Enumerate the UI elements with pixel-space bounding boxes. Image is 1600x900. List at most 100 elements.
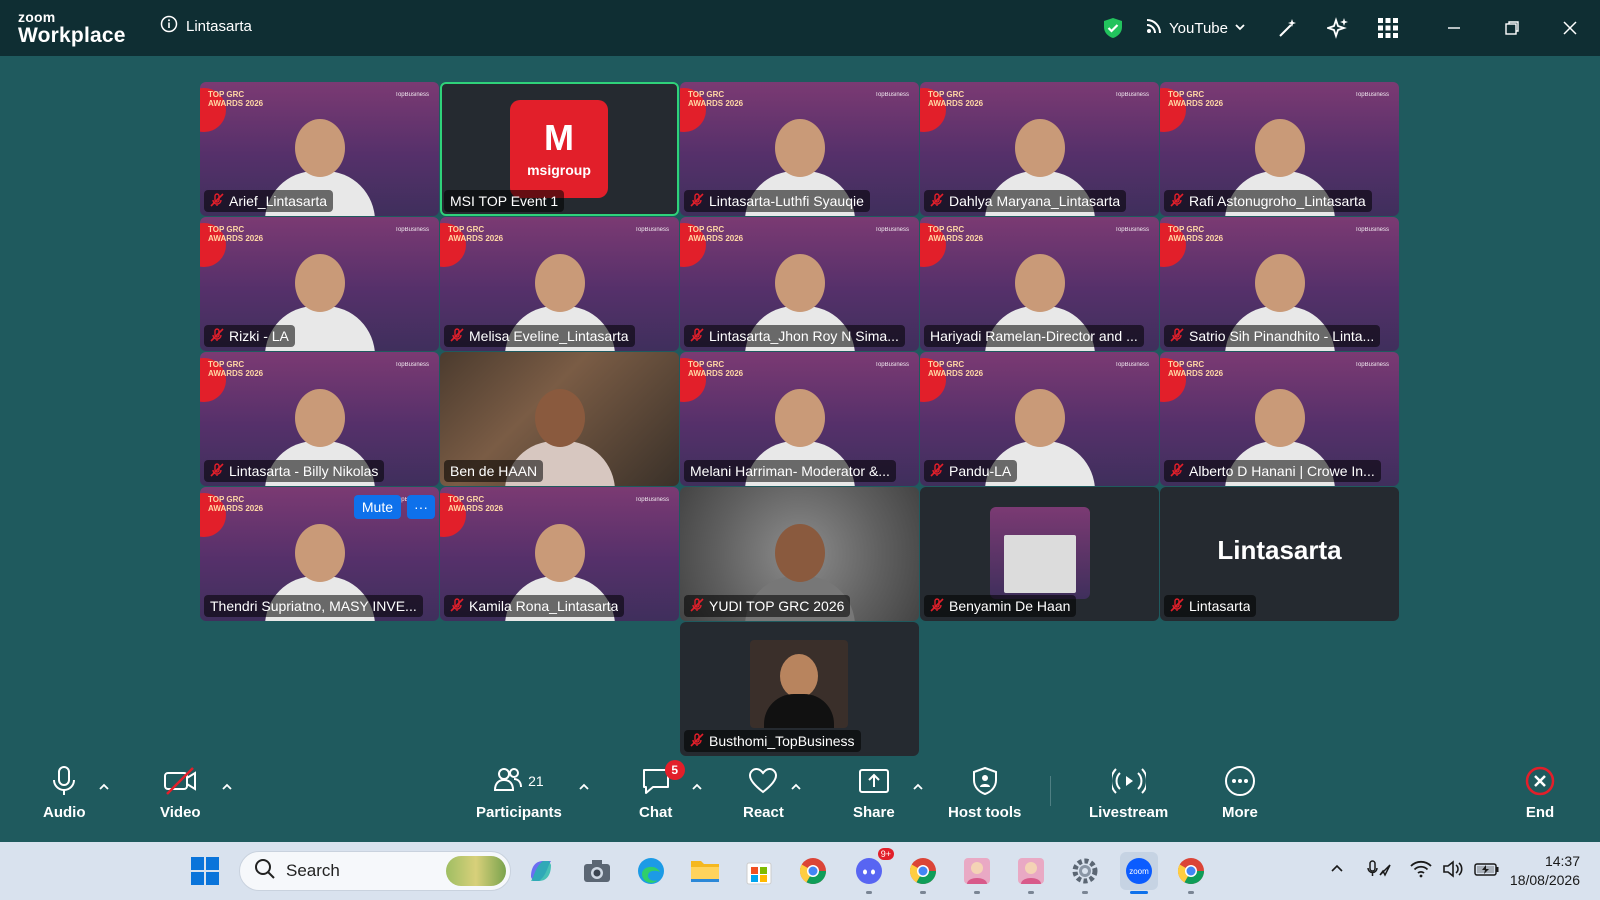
participant-name: Arief_Lintasarta xyxy=(229,193,328,209)
volume-icon[interactable] xyxy=(1442,859,1464,883)
apps-grid-icon[interactable] xyxy=(1376,16,1400,40)
participant-video-tile[interactable]: Ben de HAAN xyxy=(440,352,679,486)
video-button[interactable]: Video xyxy=(160,764,201,821)
close-icon[interactable] xyxy=(1558,16,1582,40)
user-app-icon-2[interactable] xyxy=(1012,852,1050,894)
file-explorer-icon[interactable] xyxy=(686,852,724,890)
audio-options-chevron-icon[interactable] xyxy=(98,780,110,792)
running-indicator xyxy=(866,891,872,894)
share-button[interactable]: Share xyxy=(853,764,895,821)
more-button[interactable]: More xyxy=(1222,764,1258,821)
active-app-indicator xyxy=(1130,891,1148,894)
microsoft-store-icon[interactable] xyxy=(740,852,778,890)
ai-sparkle-icon[interactable] xyxy=(1326,16,1350,40)
clock-date: 18/08/2026 xyxy=(1509,872,1580,888)
participant-video-tile[interactable]: TOP GRC AWARDS 2026 TopBusiness Alberto D H… xyxy=(1160,352,1399,486)
participant-video-tile[interactable]: TOP GRC AWARDS 2026 TopBusiness Dahlya Mary… xyxy=(920,82,1159,216)
running-indicator xyxy=(1028,891,1034,894)
battery-charging-icon[interactable] xyxy=(1474,861,1500,882)
award-badge-text: TOP GRC AWARDS 2026 xyxy=(448,225,504,243)
participant-video-tile[interactable]: TOP GRC AWARDS 2026 TopBusiness Kamila Rona… xyxy=(440,487,679,621)
participant-more-options-button[interactable]: ··· xyxy=(407,495,435,519)
title-bar: zoom Workplace Lintasarta YouTube xyxy=(0,0,1600,56)
minimize-icon[interactable] xyxy=(1442,16,1466,40)
participant-video-tile[interactable]: Lintasarta Lintasarta xyxy=(1160,487,1399,621)
participant-video-tile[interactable]: TOP GRC AWARDS 2026 TopBusiness Melisa Evel… xyxy=(440,217,679,351)
participant-name: Kamila Rona_Lintasarta xyxy=(469,598,619,614)
participant-video-tile[interactable]: Benyamin De Haan xyxy=(920,487,1159,621)
end-call-icon xyxy=(1525,764,1555,798)
participant-name: Benyamin De Haan xyxy=(949,598,1071,614)
microphone-location-icon[interactable] xyxy=(1366,859,1392,884)
participant-video-tile[interactable]: TOP GRCAWARDS 2026TopBusinessMute···Then… xyxy=(200,487,439,621)
muted-mic-icon xyxy=(210,462,224,480)
participant-name: Lintasarta_Jhon Roy N Sima... xyxy=(709,328,899,344)
participant-video-tile[interactable]: YUDI TOP GRC 2026 xyxy=(680,487,919,621)
participant-video-tile[interactable]: TOP GRC AWARDS 2026 TopBusiness Rizki - LA xyxy=(200,217,439,351)
livestream-label: Livestream xyxy=(1089,804,1169,821)
settings-gear-icon[interactable] xyxy=(1066,852,1104,894)
host-tools-button[interactable]: Host tools xyxy=(948,764,1021,821)
participant-video-tile[interactable]: TOP GRC AWARDS 2026 TopBusiness Hariyadi Ra… xyxy=(920,217,1159,351)
participant-video-tile[interactable]: TOP GRC AWARDS 2026 TopBusiness Lintasarta … xyxy=(200,352,439,486)
participant-video-tile[interactable]: TOP GRC AWARDS 2026 TopBusiness Satrio Sih … xyxy=(1160,217,1399,351)
participant-video-tile[interactable]: TOP GRC AWARDS 2026 TopBusiness Lintasarta_… xyxy=(680,217,919,351)
zoom-app-icon[interactable]: zoom xyxy=(1120,852,1158,894)
brand-watermark: TopBusiness xyxy=(1114,227,1149,233)
react-options-chevron-icon[interactable] xyxy=(790,780,802,792)
award-badge-text: TOP GRC AWARDS 2026 xyxy=(928,90,984,108)
audio-label: Audio xyxy=(43,804,86,821)
livestream-button[interactable]: Livestream xyxy=(1089,764,1168,821)
camera-app-icon[interactable] xyxy=(578,852,616,890)
participant-video-tile[interactable]: TOP GRC AWARDS 2026 TopBusiness Rafi Astonu… xyxy=(1160,82,1399,216)
participants-button[interactable]: 21 Participants xyxy=(476,764,562,821)
award-badge-text: TOP GRC AWARDS 2026 xyxy=(688,90,744,108)
audio-button[interactable]: Audio xyxy=(43,764,86,821)
windows-taskbar: Search 9+ zoom 14:37 18/08/2026 xyxy=(0,842,1600,900)
chrome-icon[interactable] xyxy=(794,852,832,890)
chrome-profile-icon-2[interactable] xyxy=(1172,852,1210,894)
shield-check-icon[interactable] xyxy=(1101,16,1125,40)
participant-name: Busthomi_TopBusiness xyxy=(709,733,855,749)
windows-start-button[interactable] xyxy=(186,852,224,890)
share-options-chevron-icon[interactable] xyxy=(912,780,924,792)
brand-watermark: TopBusiness xyxy=(394,362,429,368)
muted-mic-icon xyxy=(210,192,224,210)
copilot-app-icon[interactable] xyxy=(522,852,560,890)
participant-video-tile[interactable]: Busthomi_TopBusiness xyxy=(680,622,919,756)
participant-name-tag: MSI TOP Event 1 xyxy=(444,190,565,212)
chrome-profile-icon[interactable] xyxy=(904,852,942,894)
participants-options-chevron-icon[interactable] xyxy=(578,780,590,792)
restore-icon[interactable] xyxy=(1500,16,1524,40)
livestream-target-dropdown[interactable]: YouTube xyxy=(1145,17,1246,39)
taskbar-clock[interactable]: 14:37 18/08/2026 xyxy=(1510,852,1580,890)
react-button[interactable]: React xyxy=(743,764,784,821)
running-indicator xyxy=(974,891,980,894)
magic-wand-icon[interactable] xyxy=(1276,16,1300,40)
brand-watermark: TopBusiness xyxy=(1114,362,1149,368)
taskbar-search-box[interactable]: Search xyxy=(239,851,511,891)
broadcast-icon xyxy=(1111,764,1146,798)
chat-options-chevron-icon[interactable] xyxy=(691,780,703,792)
end-meeting-button[interactable]: End xyxy=(1525,764,1555,821)
participant-video-tile[interactable]: TOP GRC AWARDS 2026 TopBusiness Lintasarta-… xyxy=(680,82,919,216)
meeting-toolbar: Audio Video 21 Participants 5 Chat React xyxy=(0,760,1600,842)
participant-name: Melani Harriman- Moderator &... xyxy=(690,463,890,479)
video-options-chevron-icon[interactable] xyxy=(221,780,233,792)
discord-icon[interactable]: 9+ xyxy=(850,848,894,894)
edge-browser-icon[interactable] xyxy=(632,852,670,890)
chat-button[interactable]: 5 Chat xyxy=(639,760,685,821)
brand-watermark: TopBusiness xyxy=(394,92,429,98)
participant-video-tile[interactable]: Mmsigroup MSI TOP Event 1 xyxy=(440,82,679,216)
chevron-up-icon[interactable] xyxy=(1330,862,1344,881)
meeting-info-button[interactable]: Lintasarta xyxy=(160,15,252,37)
participant-display-name-large: Lintasarta xyxy=(1217,535,1342,565)
participant-name: MSI TOP Event 1 xyxy=(450,193,559,209)
wifi-icon[interactable] xyxy=(1410,860,1432,883)
participant-video-tile[interactable]: TOP GRC AWARDS 2026 TopBusiness Melani Harr… xyxy=(680,352,919,486)
participant-name-tag: Benyamin De Haan xyxy=(924,595,1077,617)
participant-video-tile[interactable]: TOP GRC AWARDS 2026 TopBusiness Arief_Linta… xyxy=(200,82,439,216)
participant-video-tile[interactable]: TOP GRC AWARDS 2026 TopBusiness Pandu-LA xyxy=(920,352,1159,486)
mute-participant-button[interactable]: Mute xyxy=(353,495,401,519)
user-app-icon[interactable] xyxy=(958,852,996,894)
